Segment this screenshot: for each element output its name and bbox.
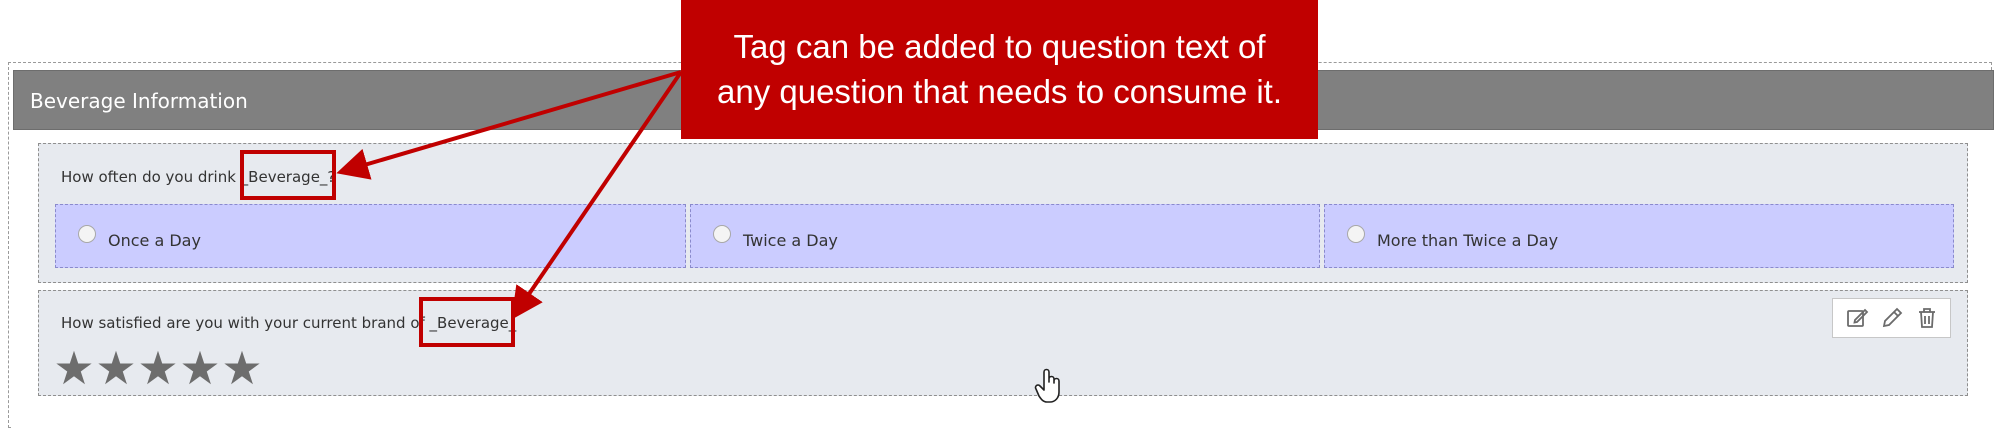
tag-highlight-box: [419, 297, 515, 347]
star-rating[interactable]: ★ ★ ★ ★ ★: [53, 345, 263, 391]
callout-line: Tag can be added to question text of: [733, 28, 1266, 65]
section-title: Beverage Information: [30, 89, 248, 113]
question-satisfaction[interactable]: How satisfied are you with your current …: [38, 290, 1968, 396]
option-twice-a-day[interactable]: Twice a Day: [690, 204, 1320, 268]
hand-cursor-icon: [1034, 368, 1060, 403]
radio-button[interactable]: [1347, 225, 1365, 243]
question-toolbar: [1832, 298, 1951, 338]
trash-icon[interactable]: [1913, 304, 1941, 332]
star-icon[interactable]: ★: [137, 345, 179, 391]
radio-button[interactable]: [713, 225, 731, 243]
option-once-a-day[interactable]: Once a Day: [55, 204, 686, 268]
radio-button[interactable]: [78, 225, 96, 243]
edit-square-icon[interactable]: [1843, 304, 1871, 332]
star-icon[interactable]: ★: [53, 345, 95, 391]
option-label: More than Twice a Day: [1377, 231, 1559, 250]
option-more-than-twice-a-day[interactable]: More than Twice a Day: [1324, 204, 1954, 268]
star-icon[interactable]: ★: [179, 345, 221, 391]
option-label: Twice a Day: [743, 231, 838, 250]
pencil-icon[interactable]: [1878, 304, 1906, 332]
star-icon[interactable]: ★: [95, 345, 137, 391]
tag-highlight-box: [240, 150, 336, 200]
option-label: Once a Day: [108, 231, 201, 250]
star-icon[interactable]: ★: [221, 345, 263, 391]
callout-line: any question that needs to consume it.: [716, 73, 1283, 110]
annotation-callout: Tag can be added to question text of any…: [681, 0, 1318, 139]
